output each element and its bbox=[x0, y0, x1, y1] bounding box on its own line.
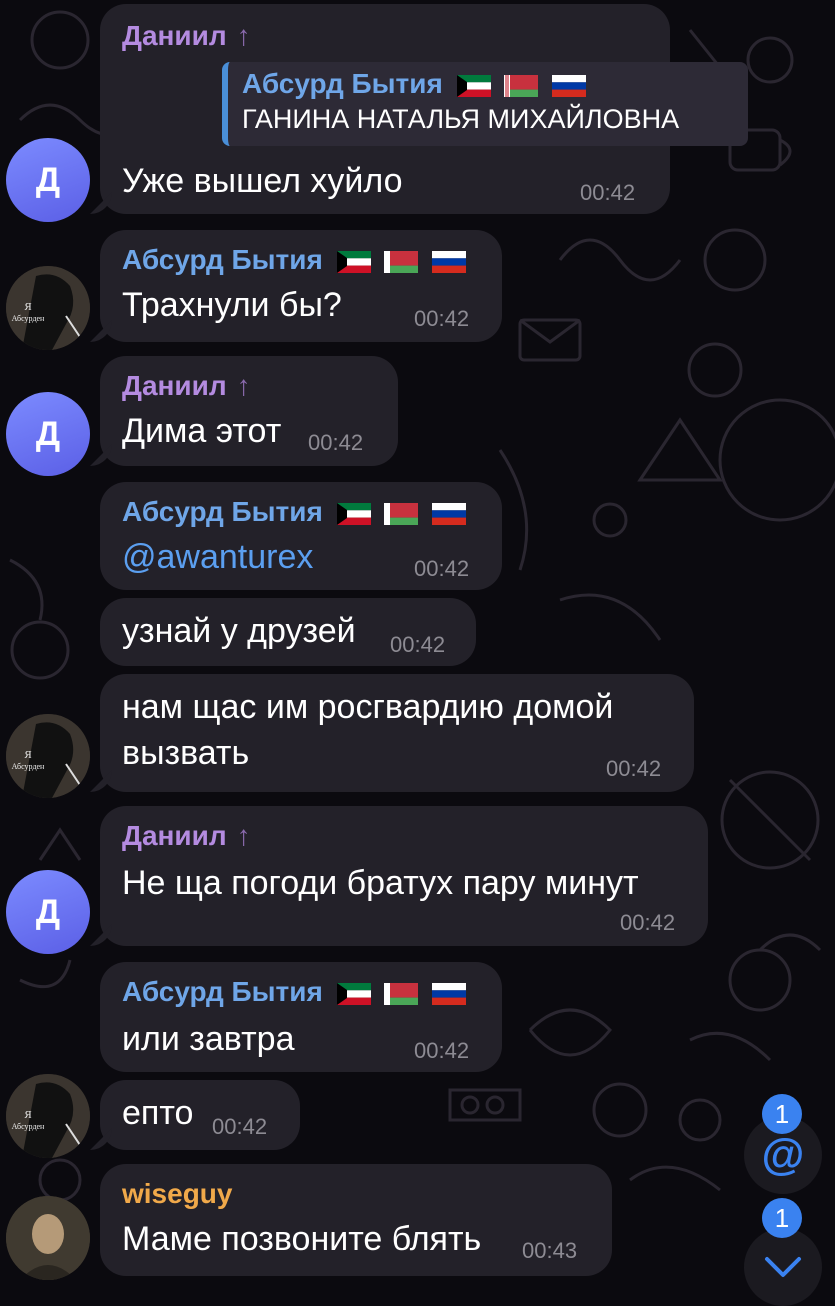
kuwait-flag-icon bbox=[336, 982, 371, 1005]
message-bubble[interactable]: Даниил ↑ Абсурд Бытия ГАНИНА НАТАЛЬЯ МИХА… bbox=[100, 4, 748, 214]
scroll-down-button[interactable] bbox=[744, 1228, 822, 1306]
belarus-flag-icon bbox=[384, 250, 419, 273]
avatar-daniil[interactable]: Д bbox=[6, 870, 90, 954]
message-text: Не ща погоди братух пару минут bbox=[122, 864, 639, 902]
message-text: узнай у друзей bbox=[122, 612, 356, 650]
message-time: 00:42 bbox=[414, 306, 470, 331]
russia-flag-icon bbox=[432, 502, 467, 525]
message-bubble[interactable]: епто 00:42 bbox=[100, 1080, 300, 1150]
message-bubble[interactable]: Абсурд Бытия @awanturex 00:42 bbox=[100, 482, 502, 590]
kuwait-flag-icon bbox=[456, 74, 491, 97]
message-text: Уже вышел хуйло bbox=[122, 162, 403, 200]
sender-name[interactable]: Абсурд Бытия bbox=[122, 244, 467, 276]
mentions-count-badge: 1 bbox=[762, 1094, 802, 1134]
russia-flag-icon bbox=[432, 250, 467, 273]
belarus-flag-icon bbox=[384, 502, 419, 525]
message-time: 00:42 bbox=[414, 556, 470, 581]
sender-name[interactable]: Абсурд Бытия bbox=[122, 496, 467, 528]
avatar-absurd-bytiya[interactable]: Я Абсурден bbox=[6, 266, 90, 350]
mention-link[interactable]: @awanturex bbox=[122, 534, 313, 580]
message-time: 00:42 bbox=[212, 1114, 268, 1139]
forward-arrow-icon: ↑ bbox=[236, 820, 251, 851]
message-time: 00:42 bbox=[580, 180, 636, 205]
kuwait-flag-icon bbox=[336, 502, 371, 525]
avatar-daniil[interactable]: Д bbox=[6, 138, 90, 222]
belarus-flag-icon bbox=[504, 74, 539, 97]
message-time: 00:42 bbox=[390, 632, 446, 657]
message-bubble[interactable]: узнай у друзей 00:42 bbox=[100, 598, 476, 666]
sender-name[interactable]: Даниил ↑ bbox=[122, 370, 251, 402]
message-text: или завтра bbox=[122, 1020, 295, 1058]
russia-flag-icon bbox=[552, 74, 587, 97]
russia-flag-icon bbox=[432, 982, 467, 1005]
sender-name[interactable]: Даниил ↑ bbox=[122, 820, 251, 852]
message-bubble[interactable]: Даниил ↑ Дима этот 00:42 bbox=[100, 356, 398, 466]
reply-text: ГАНИНА НАТАЛЬЯ МИХАЙЛОВНА bbox=[242, 104, 680, 134]
forward-arrow-icon: ↑ bbox=[236, 20, 251, 51]
avatar-photo-icon bbox=[6, 1196, 90, 1280]
forward-arrow-icon: ↑ bbox=[236, 370, 251, 401]
message-bubble[interactable]: нам щас им росгвардию домой вызвать 00:4… bbox=[100, 674, 694, 792]
sender-name[interactable]: Абсурд Бытия bbox=[122, 976, 467, 1008]
message-bubble[interactable]: wiseguy Маме позвоните блять 00:43 bbox=[100, 1164, 612, 1276]
message-bubble[interactable]: Даниил ↑ Не ща погоди братух пару минут 0… bbox=[100, 806, 708, 946]
belarus-flag-icon bbox=[384, 982, 419, 1005]
sender-name[interactable]: Даниил ↑ bbox=[122, 20, 251, 52]
message-text: Маме позвоните блять bbox=[122, 1220, 482, 1258]
message-time: 00:42 bbox=[606, 756, 662, 781]
message-text: нам щас им росгвардию домой вызвать bbox=[122, 688, 614, 772]
sender-name[interactable]: wiseguy bbox=[122, 1178, 232, 1210]
message-text: епто bbox=[122, 1094, 194, 1132]
avatar-absurd-bytiya[interactable]: Я Абсурден bbox=[6, 1074, 90, 1158]
unread-count-badge: 1 bbox=[762, 1198, 802, 1238]
message-text: Трахнули бы? bbox=[122, 286, 342, 324]
reply-sender: Абсурд Бытия bbox=[242, 68, 587, 100]
reply-quote[interactable]: Абсурд Бытия ГАНИНА НАТАЛЬЯ МИХАЙЛОВНА bbox=[222, 62, 748, 146]
message-bubble[interactable]: Абсурд Бытия Трахнули бы? 00:42 bbox=[100, 230, 502, 342]
avatar-daniil[interactable]: Д bbox=[6, 392, 90, 476]
message-time: 00:42 bbox=[414, 1038, 470, 1063]
at-icon: @ bbox=[761, 1130, 805, 1179]
message-text: Дима этот bbox=[122, 412, 282, 450]
message-time: 00:43 bbox=[522, 1238, 578, 1263]
message-time: 00:42 bbox=[308, 430, 364, 455]
chevron-down-icon bbox=[765, 1257, 801, 1277]
message-time: 00:42 bbox=[620, 910, 676, 935]
message-bubble[interactable]: Абсурд Бытия или завтра 00:42 bbox=[100, 962, 502, 1072]
kuwait-flag-icon bbox=[336, 250, 371, 273]
avatar-wiseguy[interactable] bbox=[6, 1196, 90, 1280]
avatar-absurd-bytiya[interactable]: Я Абсурден bbox=[6, 714, 90, 798]
